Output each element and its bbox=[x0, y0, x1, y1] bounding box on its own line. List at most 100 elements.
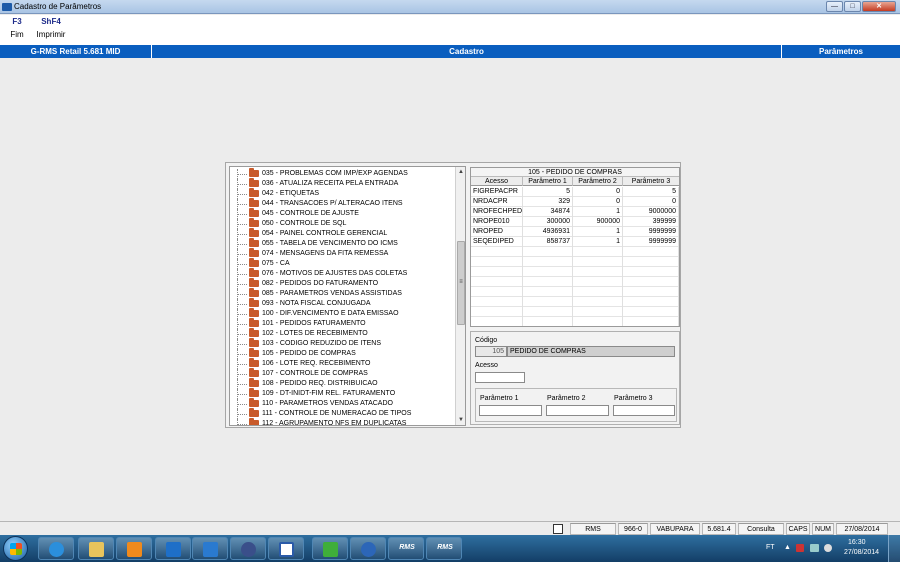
table-row[interactable] bbox=[471, 257, 679, 267]
clock-date[interactable]: 27/08/2014 bbox=[844, 549, 879, 556]
table-row[interactable] bbox=[471, 287, 679, 297]
column-header[interactable]: Parâmetro 3 bbox=[623, 177, 679, 186]
tree-item[interactable]: 101 - PEDIDOS FATURAMENTO bbox=[230, 318, 456, 329]
scroll-up-arrow-icon[interactable]: ▲ bbox=[456, 167, 465, 177]
tree-item[interactable]: 102 - LOTES DE RECEBIMENTO bbox=[230, 328, 456, 339]
tree-item-label: 105 - PEDIDO DE COMPRAS bbox=[262, 350, 356, 357]
tree-item[interactable]: 054 - PAINEL CONTROLE GERENCIAL bbox=[230, 228, 456, 239]
parameter-form: Código 105 PEDIDO DE COMPRAS Acesso Parâ… bbox=[470, 331, 680, 425]
tree-item[interactable]: 110 - PARAMETROS VENDAS ATACADO bbox=[230, 398, 456, 409]
tree-item[interactable]: 035 - PROBLEMAS COM IMP/EXP AGENDAS bbox=[230, 168, 456, 179]
tree-item[interactable]: 105 - PEDIDO DE COMPRAS bbox=[230, 348, 456, 359]
table-row[interactable] bbox=[471, 277, 679, 287]
maximize-button[interactable]: □ bbox=[844, 1, 861, 12]
volume-icon[interactable] bbox=[824, 544, 832, 552]
tree-item[interactable]: 107 - CONTROLE DE COMPRAS bbox=[230, 368, 456, 379]
tree-item[interactable]: 109 - DT-INIDT-FIM REL. FATURAMENTO bbox=[230, 388, 456, 399]
tree-item-label: 050 - CONTROLE DE SQL bbox=[262, 220, 347, 227]
imprimir-button[interactable]: ShF4 Imprimir bbox=[34, 17, 68, 39]
table-cell: 858737 bbox=[523, 237, 573, 247]
table-cell: SEQEDIPED bbox=[471, 237, 523, 247]
tree-item[interactable]: 045 - CONTROLE DE AJUSTE bbox=[230, 208, 456, 219]
table-row[interactable] bbox=[471, 247, 679, 257]
table-row[interactable] bbox=[471, 317, 679, 326]
table-cell bbox=[573, 257, 623, 267]
tree-branch-line bbox=[237, 219, 247, 229]
parameters-group: Parâmetro 1 Parâmetro 2 Parâmetro 3 bbox=[475, 388, 677, 422]
tree-item[interactable]: 076 - MOTIVOS DE AJUSTES DAS COLETAS bbox=[230, 268, 456, 279]
tray-expand-icon[interactable]: ▲ bbox=[784, 544, 791, 551]
table-row[interactable]: NROPE010 300000 900000 399999 bbox=[471, 217, 679, 227]
tree-item[interactable]: 075 - CA bbox=[230, 258, 456, 269]
network-status-icon[interactable] bbox=[810, 544, 819, 552]
system-tray: FT ▲ 16:30 27/08/2014 bbox=[760, 535, 900, 562]
table-cell bbox=[523, 267, 573, 277]
tree-item-label: 102 - LOTES DE RECEBIMENTO bbox=[262, 330, 368, 337]
show-desktop-button[interactable] bbox=[888, 535, 900, 562]
table-row[interactable]: NROFECHPED 34874 1 9000000 bbox=[471, 207, 679, 217]
tree-item[interactable]: 108 - PEDIDO REQ. DISTRIBUICAO bbox=[230, 378, 456, 389]
parametro3-input[interactable] bbox=[613, 405, 675, 416]
taskbar-rms-app[interactable]: RMS bbox=[388, 537, 424, 560]
parametro2-label: Parâmetro 2 bbox=[547, 395, 586, 402]
status-user: VABUPARA bbox=[650, 523, 700, 535]
language-indicator[interactable]: FT bbox=[766, 544, 775, 551]
table-cell bbox=[623, 247, 679, 257]
tree-item[interactable]: 111 - CONTROLE DE NUMERACAO DE TIPOS bbox=[230, 408, 456, 419]
taskbar-rms-app[interactable]: RMS bbox=[426, 537, 462, 560]
acesso-input[interactable] bbox=[475, 372, 525, 383]
taskbar-remote-app[interactable] bbox=[350, 537, 386, 560]
tree-item[interactable]: 082 - PEDIDOS DO FATURAMENTO bbox=[230, 278, 456, 289]
status-caps: CAPS bbox=[786, 523, 810, 535]
taskbar-internet-explorer[interactable] bbox=[38, 537, 74, 560]
table-row[interactable] bbox=[471, 297, 679, 307]
taskbar-add-app[interactable] bbox=[312, 537, 348, 560]
tree-item[interactable]: 036 - ATUALIZA RECEITA PELA ENTRADA bbox=[230, 178, 456, 189]
minimize-button[interactable]: — bbox=[826, 1, 843, 12]
scroll-grip-icon: ≡ bbox=[459, 279, 463, 285]
table-row[interactable] bbox=[471, 267, 679, 277]
tree-item-label: 042 - ETIQUETAS bbox=[262, 190, 320, 197]
tree-branch-line bbox=[237, 169, 247, 179]
parameter-tree[interactable]: ▲ ≡ ▼ 035 - PROBLEMAS COM IMP/EXP AGENDA… bbox=[229, 166, 466, 426]
table-row[interactable]: FIGREPACPR 5 0 5 bbox=[471, 187, 679, 197]
column-header[interactable]: Parâmetro 2 bbox=[573, 177, 623, 186]
tree-item[interactable]: 074 - MENSAGENS DA FITA REMESSA bbox=[230, 248, 456, 259]
scroll-down-arrow-icon[interactable]: ▼ bbox=[456, 415, 465, 425]
tree-branch-line bbox=[237, 179, 247, 189]
tree-item[interactable]: 055 - TABELA DE VENCIMENTO DO ICMS bbox=[230, 238, 456, 249]
tree-item[interactable]: 112 - AGRUPAMENTO NFS EM DUPLICATAS bbox=[230, 418, 456, 425]
table-row[interactable]: NRDACPR 329 0 0 bbox=[471, 197, 679, 207]
parametro2-input[interactable] bbox=[546, 405, 609, 416]
table-row[interactable]: SEQEDIPED 858737 1 9999999 bbox=[471, 237, 679, 247]
tree-item[interactable]: 100 - DIF.VENCIMENTO E DATA EMISSAO bbox=[230, 308, 456, 319]
table-row[interactable]: NROPED 4936931 1 9999999 bbox=[471, 227, 679, 237]
parametro1-input[interactable] bbox=[479, 405, 542, 416]
taskbar-outlook[interactable] bbox=[155, 537, 191, 560]
table-cell bbox=[471, 247, 523, 257]
table-row[interactable] bbox=[471, 307, 679, 317]
close-button[interactable]: ✕ bbox=[862, 1, 896, 12]
start-button[interactable] bbox=[3, 536, 28, 561]
tree-scrollbar[interactable]: ▲ ≡ ▼ bbox=[455, 167, 465, 425]
tree-item[interactable]: 050 - CONTROLE DE SQL bbox=[230, 218, 456, 229]
plus-app-icon bbox=[323, 542, 338, 557]
tree-item[interactable]: 085 - PARAMETROS VENDAS ASSISTIDAS bbox=[230, 288, 456, 299]
clock-time[interactable]: 16:30 bbox=[848, 539, 866, 546]
tree-item[interactable]: 093 - NOTA FISCAL CONJUGADA bbox=[230, 298, 456, 309]
column-header[interactable]: Parâmetro 1 bbox=[523, 177, 573, 186]
column-header[interactable]: Acesso bbox=[471, 177, 523, 186]
taskbar-lync[interactable] bbox=[192, 537, 228, 560]
taskbar-word[interactable] bbox=[268, 537, 304, 560]
taskbar-file-explorer[interactable] bbox=[78, 537, 114, 560]
tree-item[interactable]: 106 - LOTE REQ. RECEBIMENTO bbox=[230, 358, 456, 369]
tree-branch-line bbox=[237, 309, 247, 319]
taskbar-media-player[interactable] bbox=[116, 537, 152, 560]
action-center-icon[interactable] bbox=[796, 544, 804, 552]
tree-item[interactable]: 103 - CODIGO REDUZIDO DE ITENS bbox=[230, 338, 456, 349]
window-title: Cadastro de Parâmetros bbox=[14, 2, 102, 11]
tree-item[interactable]: 042 - ETIQUETAS bbox=[230, 188, 456, 199]
tree-item[interactable]: 044 - TRANSACOES P/ ALTERACAO ITENS bbox=[230, 198, 456, 209]
taskbar-network-app[interactable] bbox=[230, 537, 266, 560]
fim-button[interactable]: F3 Fim bbox=[6, 17, 28, 39]
